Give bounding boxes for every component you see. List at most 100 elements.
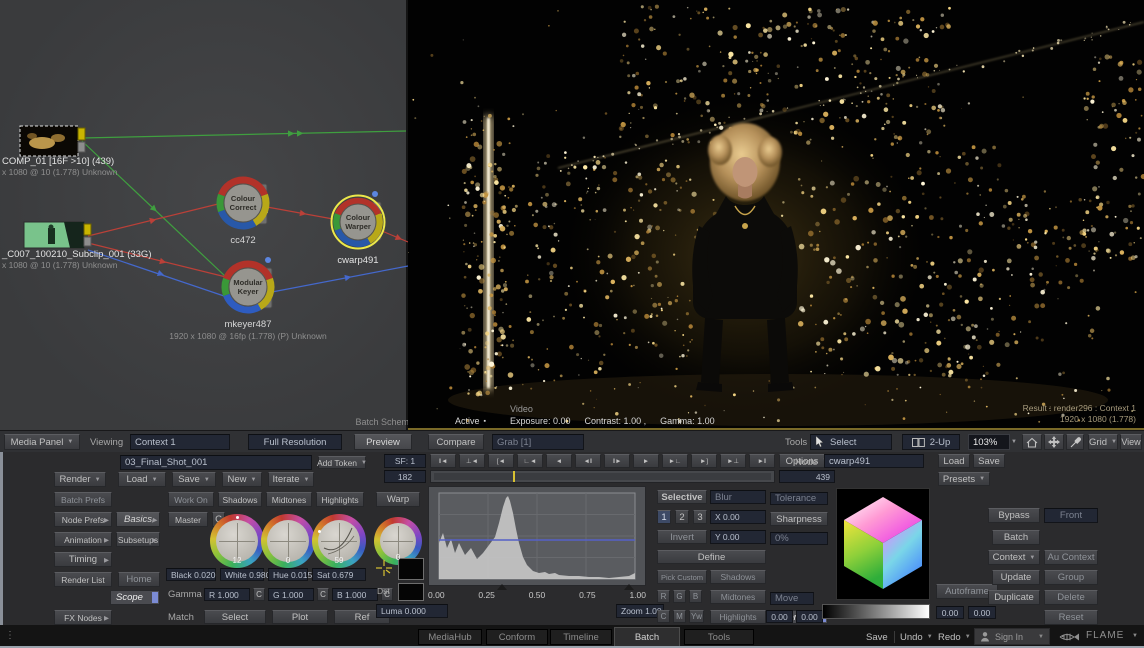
move-field[interactable]: Move bbox=[770, 592, 814, 605]
tab-timeline[interactable]: Timeline bbox=[550, 629, 612, 645]
sign-in-button[interactable]: Sign In ▼ bbox=[974, 628, 1050, 645]
timing-button[interactable]: Timing▶ bbox=[54, 552, 112, 567]
colour-cube[interactable] bbox=[837, 489, 929, 599]
gamma-blue-field[interactable]: B 1.000 bbox=[332, 588, 378, 601]
selective-midtones-button[interactable]: Midtones bbox=[710, 590, 766, 604]
node-name-field[interactable]: cwarp491 bbox=[824, 454, 924, 468]
master-button[interactable]: Master bbox=[168, 512, 208, 527]
selective-3-button[interactable]: 3 bbox=[693, 510, 707, 524]
load-setup-button[interactable]: Load▼ bbox=[118, 472, 166, 487]
clip-node-comp01[interactable]: COMP_01 [16F >10] (439) x 1080 @ 10 (1.7… bbox=[2, 126, 118, 177]
preview-button[interactable]: Preview bbox=[354, 434, 412, 450]
end-frame-field[interactable]: 439 bbox=[779, 470, 835, 483]
hue-field[interactable]: Hue 0.015 bbox=[268, 568, 308, 581]
transport-prev-cut-button[interactable]: [◄ bbox=[488, 454, 514, 468]
move-x-field[interactable]: 0.00 bbox=[766, 610, 793, 623]
undo-button[interactable]: Undo▼ bbox=[900, 629, 933, 645]
colour-cube-panel[interactable] bbox=[836, 488, 930, 600]
transport-step-forward-button[interactable]: ‖► bbox=[604, 454, 630, 468]
add-token-button[interactable]: Add Token▼ bbox=[318, 456, 366, 469]
selective-shadows-button[interactable]: Shadows bbox=[710, 570, 766, 584]
shadows-color-wheel[interactable]: 12 bbox=[210, 514, 264, 568]
context-button[interactable]: Context▼ bbox=[988, 550, 1040, 565]
match-select-button[interactable]: Select bbox=[204, 610, 266, 624]
tab-conform[interactable]: Conform bbox=[486, 629, 548, 645]
schematic-canvas[interactable]: COMP_01 [16F >10] (439) x 1080 @ 10 (1.7… bbox=[0, 0, 408, 430]
tab-batch[interactable]: Batch bbox=[614, 627, 680, 646]
gamma-red-field[interactable]: R 1.000 bbox=[204, 588, 250, 601]
iterate-button[interactable]: Iterate▼ bbox=[268, 472, 314, 487]
pan-tool-button[interactable] bbox=[1044, 434, 1064, 450]
transport-play-reverse-button[interactable]: ◄ bbox=[546, 454, 572, 468]
result-viewer[interactable]: Active▪ Video Exposure: 0.00 Contrast: 1… bbox=[408, 0, 1144, 430]
selective-header-button[interactable]: Selective bbox=[657, 490, 707, 504]
luma-field[interactable]: Luma 0.000 bbox=[376, 604, 448, 618]
subsetups-button[interactable]: Subsetups▶ bbox=[116, 532, 160, 547]
render-button[interactable]: Render▼ bbox=[54, 472, 106, 487]
viewport-active-indicator[interactable]: Active▪ bbox=[455, 416, 486, 426]
front-field[interactable]: Front bbox=[1044, 508, 1098, 523]
define-button[interactable]: Define bbox=[657, 550, 766, 564]
select-tool-field[interactable]: Select bbox=[810, 434, 892, 450]
home-view-button[interactable] bbox=[1022, 434, 1042, 450]
save-setup-button[interactable]: Save▼ bbox=[172, 472, 216, 487]
transport-prev-keyframe-button[interactable]: ⊥◄ bbox=[459, 454, 485, 468]
invert-button[interactable]: Invert bbox=[657, 530, 707, 544]
cube-y-field[interactable]: 0.00 bbox=[968, 606, 996, 619]
selective-b-button[interactable]: B bbox=[689, 590, 702, 603]
current-frame-field[interactable]: 182 bbox=[384, 470, 426, 483]
sample-crosshair-icon[interactable] bbox=[376, 560, 392, 576]
histogram-plot[interactable] bbox=[429, 487, 645, 585]
reset-button[interactable]: Reset bbox=[1044, 610, 1098, 625]
home-button[interactable]: Home bbox=[118, 572, 160, 587]
shot-name-field[interactable]: 03_Final_Shot_001 bbox=[120, 455, 312, 470]
redo-button[interactable]: Redo▼ bbox=[938, 629, 971, 645]
selective-g-button[interactable]: G bbox=[673, 590, 686, 603]
modular-keyer-node[interactable]: Modular Keyer mkeyer487 1920 x 1080 @ 16… bbox=[169, 257, 327, 341]
histogram-panel[interactable] bbox=[428, 486, 646, 586]
transport-reverse-to-mark-button[interactable]: ∟◄ bbox=[517, 454, 543, 468]
blur-field[interactable]: Blur bbox=[710, 490, 766, 504]
scope-toggle[interactable]: Scope bbox=[110, 590, 160, 605]
gamma-red-copy-button[interactable]: C bbox=[253, 588, 265, 601]
warp-button[interactable]: Warp bbox=[376, 492, 420, 507]
black-level-field[interactable]: Black 0.020 bbox=[166, 568, 216, 581]
colour-warper-node[interactable]: Colour Warper cwarp491 bbox=[332, 191, 385, 266]
tab-tools[interactable]: Tools bbox=[684, 629, 754, 645]
bypass-button[interactable]: Bypass bbox=[988, 508, 1040, 523]
node-save-button[interactable]: Save bbox=[973, 454, 1005, 468]
transport-play-to-end-button[interactable]: ►‖ bbox=[749, 454, 775, 468]
start-frame-field[interactable]: SF: 1 bbox=[384, 454, 426, 468]
grayscale-ramp[interactable] bbox=[822, 604, 930, 619]
presets-button[interactable]: Presets▼ bbox=[938, 472, 990, 486]
tab-mediahub[interactable]: MediaHub bbox=[418, 629, 482, 645]
highlights-range-button[interactable]: Highlights bbox=[316, 492, 364, 507]
highlights-color-wheel[interactable]: 59 bbox=[312, 514, 366, 568]
node-load-button[interactable]: Load bbox=[938, 454, 970, 468]
new-setup-button[interactable]: New▼ bbox=[222, 472, 262, 487]
white-level-field[interactable]: White 0.980 bbox=[220, 568, 264, 581]
render-list-button[interactable]: Render List bbox=[54, 572, 112, 587]
au-context-button[interactable]: Au Context bbox=[1044, 550, 1098, 565]
selective-2-button[interactable]: 2 bbox=[675, 510, 689, 524]
colour-picker-button[interactable] bbox=[1066, 434, 1084, 450]
zoom-level-field[interactable]: 103% bbox=[968, 434, 1010, 450]
timeline-playhead[interactable] bbox=[513, 471, 515, 482]
transport-play-reverse-from-end-button[interactable]: ‖◄ bbox=[430, 454, 456, 468]
cube-x-field[interactable]: 0.00 bbox=[936, 606, 964, 619]
selective-c-button[interactable]: C bbox=[657, 610, 670, 623]
transport-next-keyframe-button[interactable]: ►⊥ bbox=[720, 454, 746, 468]
selective-r-button[interactable]: R bbox=[657, 590, 670, 603]
gamma-green-field[interactable]: G 1.000 bbox=[268, 588, 314, 601]
colour-correct-node[interactable]: Colour Correct cc472 bbox=[220, 180, 268, 246]
selective-m-button[interactable]: M bbox=[673, 610, 686, 623]
group-button[interactable]: Group bbox=[1044, 570, 1098, 585]
batch-button[interactable]: Batch bbox=[992, 530, 1040, 545]
saturation-field[interactable]: Sat 0.679 bbox=[312, 568, 366, 581]
percent-field[interactable]: 0% bbox=[770, 532, 828, 545]
match-plot-button[interactable]: Plot bbox=[272, 610, 328, 624]
animation-button[interactable]: Animation▶ bbox=[54, 532, 112, 547]
two-up-button[interactable]: 2-Up bbox=[902, 434, 960, 450]
media-panel-button[interactable]: Media Panel▼ bbox=[4, 434, 80, 450]
warp-color-wheel[interactable]: 0 bbox=[374, 517, 422, 565]
